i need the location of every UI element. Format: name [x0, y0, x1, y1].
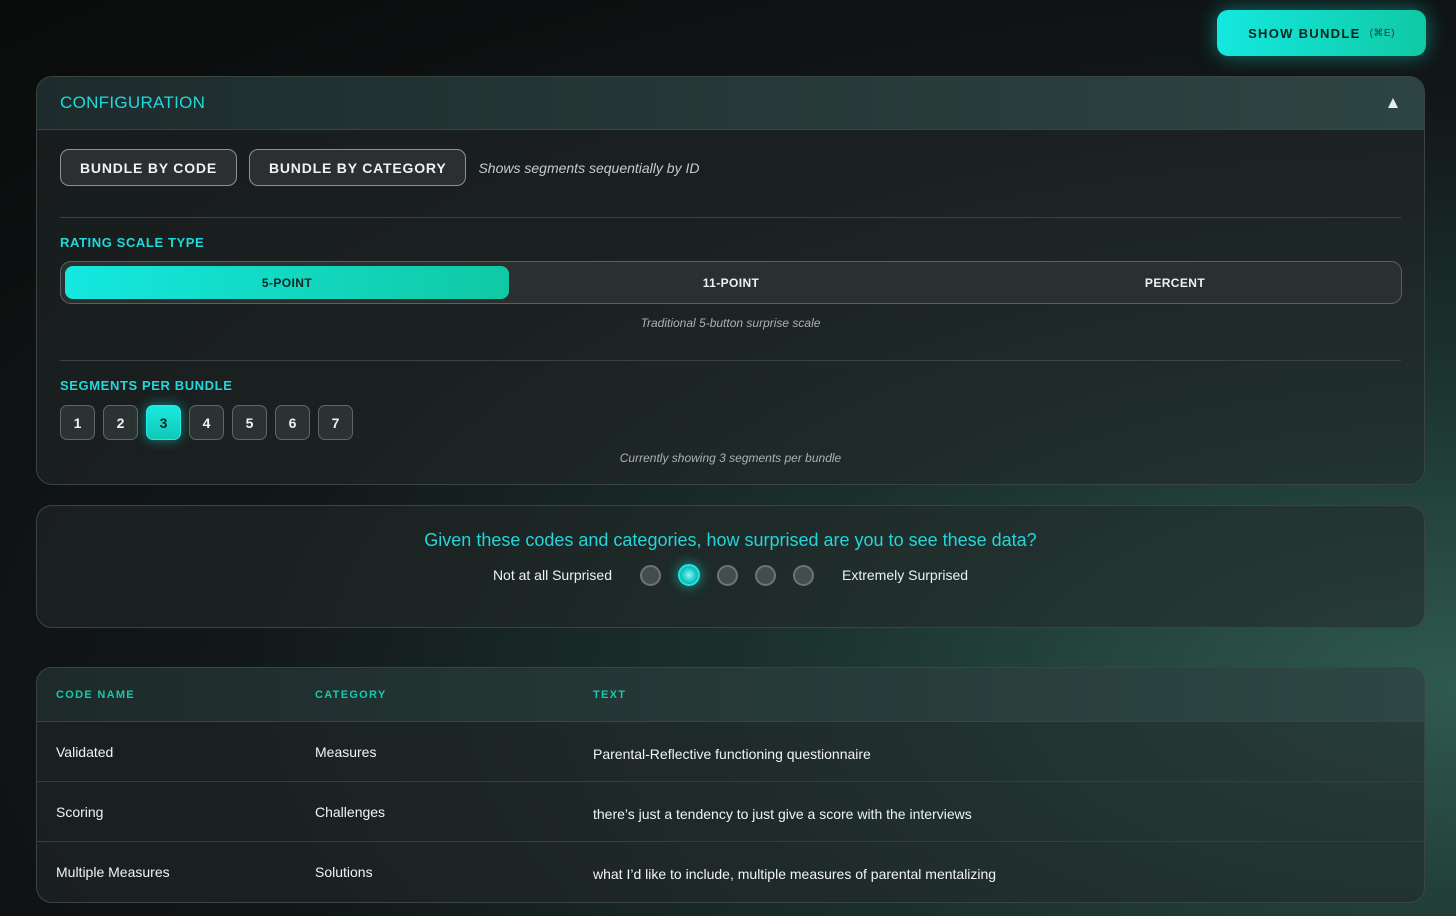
collapse-triangle-up-icon[interactable]: [1386, 96, 1400, 110]
keyboard-shortcut-hint: (⌘E): [1369, 27, 1395, 39]
configuration-title: CONFIGURATION: [60, 93, 206, 112]
rating-low-label: Not at all Surprised: [492, 567, 612, 583]
table-row: Scoring Challenges there’s just a tenden…: [37, 782, 1424, 842]
rating-scale-caption: Traditional 5-button surprise scale: [640, 316, 821, 330]
segment-count-button-1[interactable]: 1: [60, 405, 95, 440]
scale-option-5-point[interactable]: 5-POINT: [65, 266, 509, 299]
segments-table: CODE NAME CATEGORY TEXT Validated Measur…: [36, 667, 1425, 903]
bundle-by-category-button[interactable]: BUNDLE BY CATEGORY: [248, 149, 467, 186]
show-bundle-label: SHOW BUNDLE: [1248, 25, 1361, 41]
surprise-radio-3[interactable]: [717, 564, 738, 586]
show-bundle-button[interactable]: SHOW BUNDLE (⌘E): [1217, 10, 1426, 56]
table-header: CODE NAME CATEGORY TEXT: [37, 668, 1424, 722]
cell-category: Challenges: [315, 803, 386, 820]
segments-per-bundle-selector: 1 2 3 4 5 6 7: [60, 405, 353, 440]
cell-category: Measures: [315, 743, 377, 760]
segment-count-button-4[interactable]: 4: [189, 405, 224, 440]
rating-high-label: Extremely Surprised: [842, 567, 969, 583]
surprise-radio-1[interactable]: [640, 564, 661, 586]
cell-text: what I’d like to include, multiple measu…: [593, 866, 997, 882]
cell-code-name: Validated: [56, 743, 114, 760]
surprise-rating-row: Not at all Surprised Extremely Surprised: [37, 564, 1424, 586]
configuration-header[interactable]: CONFIGURATION: [37, 77, 1424, 130]
rating-scale-type-label: RATING SCALE TYPE: [60, 235, 205, 250]
surprise-question-text: Given these codes and categories, how su…: [424, 530, 1037, 550]
segment-count-button-3[interactable]: 3: [146, 405, 181, 440]
cell-text: there’s just a tendency to just give a s…: [593, 805, 972, 822]
surprise-radio-5[interactable]: [793, 564, 814, 586]
segment-count-button-6[interactable]: 6: [275, 405, 310, 440]
segments-caption: Currently showing 3 segments per bundle: [619, 451, 842, 465]
surprise-question-panel: Given these codes and categories, how su…: [36, 505, 1425, 628]
surprise-radio-group: [640, 564, 814, 586]
segment-count-button-7[interactable]: 7: [318, 405, 353, 440]
segment-count-button-5[interactable]: 5: [232, 405, 267, 440]
column-header-category: CATEGORY: [315, 688, 387, 701]
surprise-radio-2[interactable]: [678, 564, 700, 586]
surprise-radio-4[interactable]: [755, 564, 776, 586]
scale-option-percent[interactable]: PERCENT: [953, 266, 1397, 299]
cell-category: Solutions: [315, 864, 373, 880]
column-header-text: TEXT: [593, 688, 627, 701]
rating-scale-selector: 5-POINT 11-POINT PERCENT: [60, 261, 1402, 304]
table-row: Multiple Measures Solutions what I’d lik…: [37, 842, 1424, 902]
section-divider: [60, 360, 1401, 361]
cell-code-name: Scoring: [56, 803, 104, 820]
segment-count-button-2[interactable]: 2: [103, 405, 138, 440]
column-header-code-name: CODE NAME: [56, 688, 135, 701]
table-row: Validated Measures Parental-Reflective f…: [37, 722, 1424, 782]
bundle-mode-row: BUNDLE BY CODE BUNDLE BY CATEGORY Shows …: [60, 149, 699, 186]
bundle-mode-hint: Shows segments sequentially by ID: [478, 159, 700, 176]
bundle-by-code-button[interactable]: BUNDLE BY CODE: [60, 149, 237, 186]
section-divider: [60, 217, 1401, 218]
configuration-panel: CONFIGURATION BUNDLE BY CODE BUNDLE BY C…: [36, 76, 1425, 485]
scale-option-11-point[interactable]: 11-POINT: [509, 266, 953, 299]
cell-code-name: Multiple Measures: [56, 864, 170, 880]
cell-text: Parental-Reflective functioning question…: [593, 745, 871, 762]
segments-per-bundle-label: SEGMENTS PER BUNDLE: [60, 378, 233, 393]
